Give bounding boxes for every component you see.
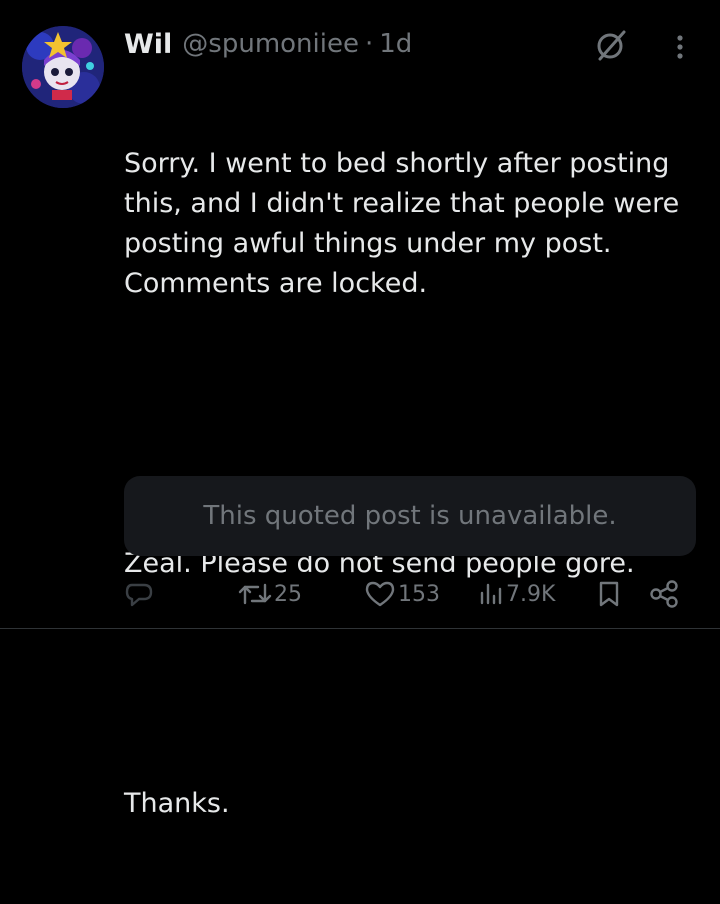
- display-name[interactable]: Wil: [124, 29, 172, 60]
- post-paragraph: Sorry. I went to bed shortly after posti…: [124, 148, 688, 299]
- reply-icon: [125, 583, 153, 607]
- repost-button[interactable]: 25: [238, 574, 302, 614]
- reply-button[interactable]: [124, 574, 156, 614]
- share-icon: [650, 580, 678, 608]
- post-time[interactable]: 1d: [379, 29, 412, 59]
- bookmark-button[interactable]: [596, 574, 622, 614]
- like-count: 153: [398, 581, 440, 607]
- heart-icon: [365, 581, 395, 607]
- share-button[interactable]: [648, 574, 680, 614]
- repost-count: 25: [274, 581, 302, 607]
- like-button[interactable]: 153: [364, 574, 440, 614]
- quoted-post-unavailable: This quoted post is unavailable.: [124, 476, 696, 556]
- views-icon: [480, 583, 502, 605]
- views-count: 7.9K: [506, 581, 556, 607]
- quoted-post-message: This quoted post is unavailable.: [203, 501, 617, 531]
- bookmark-icon: [599, 581, 619, 607]
- repost-icon: [238, 583, 272, 605]
- action-bar: 25 153 7.9K: [124, 574, 696, 614]
- divider: [0, 628, 720, 629]
- separator-dot: ·: [364, 29, 374, 59]
- avatar[interactable]: [22, 26, 104, 108]
- post-paragraph: Thanks.: [124, 788, 230, 819]
- more-options-icon[interactable]: [670, 30, 690, 64]
- grok-icon[interactable]: [592, 28, 632, 62]
- user-handle[interactable]: @spumoniiee: [182, 29, 359, 59]
- tweet[interactable]: Wil @spumoniiee · 1d Sorry. I went to be…: [0, 0, 720, 819]
- tweet-header: Wil @spumoniiee · 1d: [124, 24, 412, 64]
- views-button[interactable]: 7.9K: [478, 574, 555, 614]
